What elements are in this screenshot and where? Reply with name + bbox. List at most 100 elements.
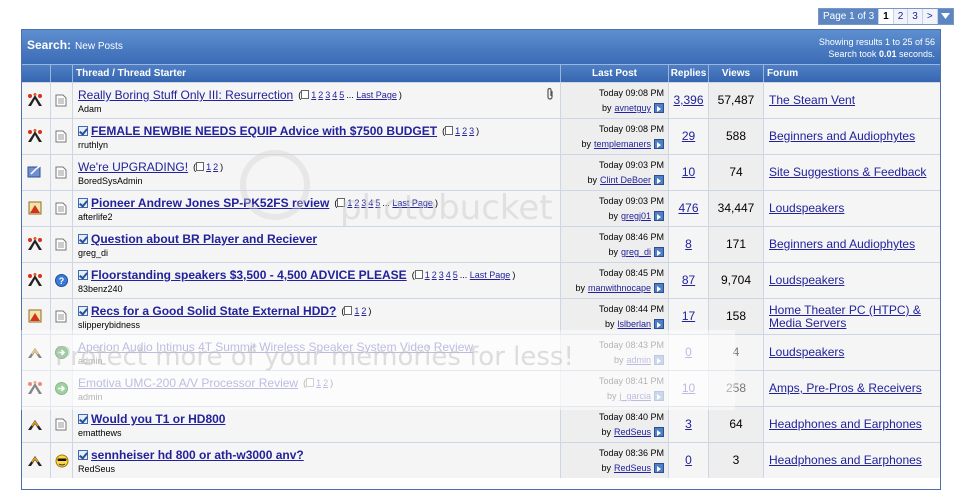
forum-link[interactable]: Amps, Pre-Pros & Receivers [769, 382, 922, 395]
forum-link[interactable]: Loudspeakers [769, 274, 844, 287]
thread-starter[interactable]: afterlife2 [78, 212, 113, 222]
thread-page-link[interactable]: 3 [439, 270, 444, 280]
replies-count-link[interactable]: 17 [682, 309, 695, 323]
page-link-3[interactable]: 3 [907, 9, 922, 24]
replies-count-link[interactable]: 0 [685, 345, 692, 359]
go-to-last-post-icon[interactable] [654, 139, 664, 149]
thread-page-link[interactable]: 4 [446, 270, 451, 280]
last-post-user-link[interactable]: j_garcia [619, 391, 651, 401]
thread-page-link[interactable]: 3 [469, 126, 474, 136]
thread-starter[interactable]: 83benz240 [78, 284, 123, 294]
go-to-last-post-icon[interactable] [654, 427, 664, 437]
thread-title-link[interactable]: Pioneer Andrew Jones SP-PK52FS review [91, 196, 329, 210]
thread-page-link[interactable]: 5 [339, 90, 344, 100]
column-forum[interactable]: Forum [763, 65, 940, 83]
thread-page-link[interactable]: 1 [354, 306, 359, 316]
thread-page-link[interactable]: 4 [368, 198, 373, 208]
thread-starter[interactable]: slipperybidness [78, 320, 140, 330]
thread-page-link[interactable]: 1 [311, 90, 316, 100]
replies-count-link[interactable]: 29 [682, 129, 695, 143]
thread-page-link[interactable]: 5 [453, 270, 458, 280]
thread-title-link[interactable]: Question about BR Player and Reciever [91, 232, 317, 246]
column-replies[interactable]: Replies [668, 65, 708, 83]
thread-page-link[interactable]: 3 [325, 90, 330, 100]
thread-page-link[interactable]: 2 [323, 378, 328, 388]
last-post-user-link[interactable]: templemaners [594, 139, 651, 149]
page-link-1[interactable]: 1 [878, 9, 893, 24]
last-post-user-link[interactable]: avnetguy [614, 103, 651, 113]
forum-link[interactable]: Beginners and Audiophytes [769, 130, 915, 143]
go-to-last-post-icon[interactable] [654, 355, 664, 365]
thread-page-link[interactable]: 1 [206, 162, 211, 172]
last-post-user-link[interactable]: gregj01 [621, 211, 651, 221]
go-to-last-post-icon[interactable] [654, 319, 664, 329]
replies-count-link[interactable]: 3,396 [673, 93, 703, 107]
thread-last-page-link[interactable]: Last Page [392, 198, 433, 208]
go-to-last-post-icon[interactable] [654, 103, 664, 113]
page-menu-button[interactable] [936, 9, 953, 24]
thread-page-link[interactable]: 4 [332, 90, 337, 100]
thread-title-link[interactable]: Recs for a Good Solid State External HDD… [91, 304, 336, 318]
thread-title-link[interactable]: We're UPGRADING! [78, 160, 188, 174]
replies-count-link[interactable]: 10 [682, 165, 695, 179]
thread-title-link[interactable]: FEMALE NEWBIE NEEDS EQUIP Advice with $7… [91, 124, 437, 138]
last-post-user-link[interactable]: Clint DeBoer [600, 175, 651, 185]
thread-title-link[interactable]: Floorstanding speakers $3,500 - 4,500 AD… [91, 268, 407, 282]
last-post-user-link[interactable]: manwithnocape [588, 283, 651, 293]
thread-page-link[interactable]: 2 [213, 162, 218, 172]
go-to-last-post-icon[interactable] [654, 247, 664, 257]
thread-title-link[interactable]: sennheiser hd 800 or ath-w3000 anv? [91, 448, 304, 462]
page-link-next[interactable]: > [921, 9, 937, 24]
column-thread[interactable]: Thread / Thread Starter [72, 65, 560, 83]
forum-link[interactable]: Loudspeakers [769, 346, 844, 359]
last-post-user-link[interactable]: admin [626, 355, 651, 365]
go-to-last-post-icon[interactable] [654, 391, 664, 401]
thread-page-link[interactable]: 2 [432, 270, 437, 280]
thread-page-link[interactable]: 2 [462, 126, 467, 136]
forum-link[interactable]: Beginners and Audiophytes [769, 238, 915, 251]
replies-count-link[interactable]: 3 [685, 417, 692, 431]
replies-count-link[interactable]: 10 [682, 381, 695, 395]
last-post-user-link[interactable]: greg_di [621, 247, 651, 257]
last-post-user-link[interactable]: lslberlan [617, 319, 651, 329]
thread-page-link[interactable]: 2 [318, 90, 323, 100]
thread-page-link[interactable]: 1 [425, 270, 430, 280]
thread-page-link[interactable]: 1 [455, 126, 460, 136]
thread-title-link[interactable]: Aperion Audio Intimus 4T Summit Wireless… [78, 340, 473, 354]
go-to-last-post-icon[interactable] [654, 463, 664, 473]
thread-starter[interactable]: admin [78, 392, 103, 402]
thread-page-link[interactable]: 1 [316, 378, 321, 388]
forum-link[interactable]: Home Theater PC (HTPC) & Media Servers [769, 304, 921, 330]
thread-page-link[interactable]: 5 [375, 198, 380, 208]
forum-link[interactable]: Loudspeakers [769, 202, 844, 215]
replies-count-link[interactable]: 8 [685, 237, 692, 251]
thread-starter[interactable]: greg_di [78, 248, 108, 258]
thread-page-link[interactable]: 3 [361, 198, 366, 208]
thread-page-link[interactable]: 1 [347, 198, 352, 208]
thread-starter[interactable]: ematthews [78, 428, 122, 438]
thread-starter[interactable]: Adam [78, 104, 102, 114]
last-post-user-link[interactable]: RedSeus [614, 463, 651, 473]
last-post-user-link[interactable]: RedSeus [614, 427, 651, 437]
replies-count-link[interactable]: 476 [678, 201, 698, 215]
thread-starter[interactable]: rruthlyn [78, 140, 108, 150]
forum-link[interactable]: The Steam Vent [769, 94, 855, 107]
replies-count-link[interactable]: 87 [682, 273, 695, 287]
thread-title-link[interactable]: Would you T1 or HD800 [91, 412, 225, 426]
column-last-post[interactable]: Last Post [560, 65, 668, 83]
go-to-last-post-icon[interactable] [654, 175, 664, 185]
forum-link[interactable]: Headphones and Earphones [769, 418, 922, 431]
replies-count-link[interactable]: 0 [685, 453, 692, 467]
forum-link[interactable]: Headphones and Earphones [769, 454, 922, 467]
thread-page-link[interactable]: 2 [354, 198, 359, 208]
thread-page-link[interactable]: 2 [361, 306, 366, 316]
thread-starter[interactable]: admin [78, 356, 103, 366]
thread-starter[interactable]: BoredSysAdmin [78, 176, 143, 186]
go-to-last-post-icon[interactable] [654, 211, 664, 221]
column-views[interactable]: Views [708, 65, 763, 83]
page-link-2[interactable]: 2 [892, 9, 908, 24]
thread-title-link[interactable]: Emotiva UMC-200 A/V Processor Review [78, 376, 298, 390]
go-to-last-post-icon[interactable] [654, 283, 664, 293]
thread-last-page-link[interactable]: Last Page [470, 270, 511, 280]
forum-link[interactable]: Site Suggestions & Feedback [769, 166, 926, 179]
